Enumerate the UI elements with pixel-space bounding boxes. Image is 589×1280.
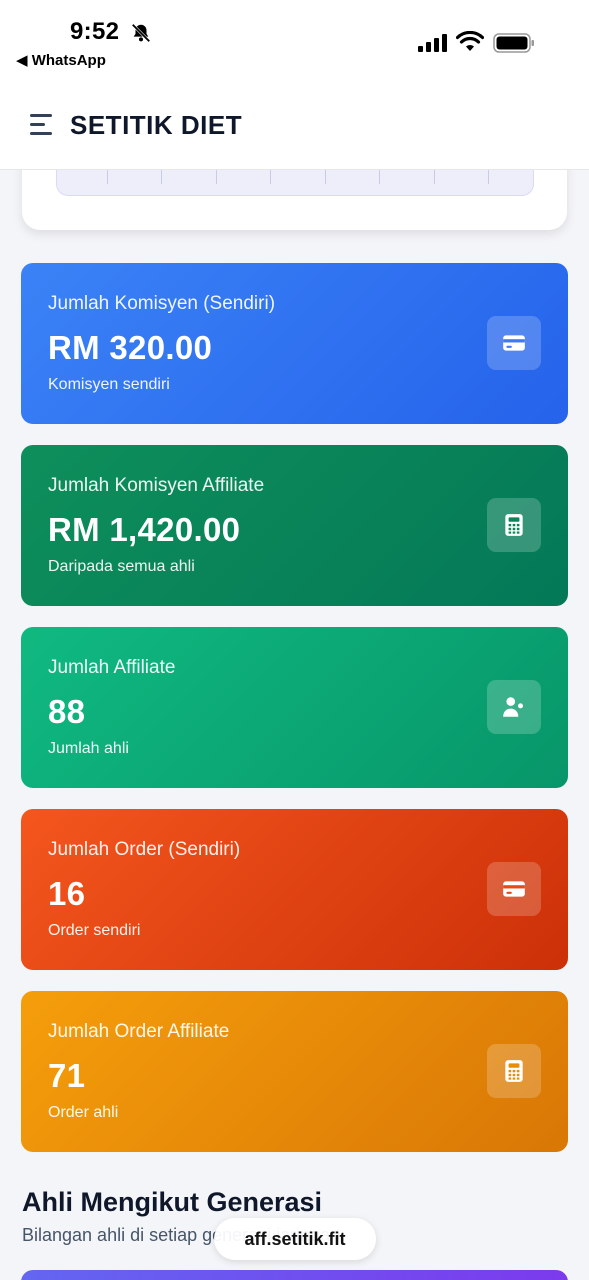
calculator-icon (487, 498, 541, 552)
battery-icon (493, 33, 534, 53)
stat-caption: Jumlah ahli (48, 740, 129, 757)
generation-card (21, 1270, 568, 1280)
browser-url-pill[interactable]: aff.setitik.fit (214, 1218, 376, 1260)
chart-grid-tick (161, 170, 162, 184)
chart-grid-tick (488, 170, 489, 184)
cellular-signal-icon (418, 34, 447, 52)
app-title: SETITIK DIET (70, 110, 243, 140)
chart-grid-tick (107, 170, 108, 184)
chart-grid-tick (379, 170, 380, 184)
stat-label: Jumlah Order Affiliate (48, 1021, 230, 1042)
app-header: SETITIK DIET (0, 78, 589, 170)
chart-grid-tick (325, 170, 326, 184)
users-icon (487, 680, 541, 734)
stat-card-order-sendiri: Jumlah Order (Sendiri) 16 Order sendiri (21, 809, 568, 970)
chart-grid-tick (270, 170, 271, 184)
calculator-icon (487, 1044, 541, 1098)
stat-caption: Order ahli (48, 1104, 119, 1121)
stat-card-komisyen-affiliate: Jumlah Komisyen Affiliate RM 1,420.00 Da… (21, 445, 568, 606)
status-bar: 9:52 ◀ WhatsApp (0, 0, 589, 78)
chart-grid-tick (216, 170, 217, 184)
bell-muted-icon (131, 23, 151, 43)
status-time: 9:52 (70, 18, 120, 45)
back-to-whatsapp-link[interactable]: ◀ WhatsApp (16, 51, 106, 69)
wifi-icon (456, 31, 484, 51)
stat-card-jumlah-affiliate: Jumlah Affiliate 88 Jumlah ahli (21, 627, 568, 788)
stat-value: RM 320.00 (48, 329, 213, 366)
stat-caption: Komisyen sendiri (48, 376, 170, 393)
stat-label: Jumlah Komisyen Affiliate (48, 475, 265, 496)
stat-value: 16 (48, 875, 86, 912)
credit-card-icon (487, 316, 541, 370)
stat-caption: Order sendiri (48, 922, 141, 939)
chart-grid-tick (434, 170, 435, 184)
stat-value: RM 1,420.00 (48, 511, 241, 548)
stat-card-komisyen-sendiri: Jumlah Komisyen (Sendiri) RM 320.00 Komi… (21, 263, 568, 424)
stat-value: 71 (48, 1057, 86, 1094)
stat-caption: Daripada semua ahli (48, 558, 195, 575)
stat-label: Jumlah Komisyen (Sendiri) (48, 293, 276, 314)
section-title: Ahli Mengikut Generasi (22, 1187, 323, 1217)
stat-label: Jumlah Affiliate (48, 657, 176, 678)
stat-card-order-affiliate: Jumlah Order Affiliate 71 Order ahli (21, 991, 568, 1152)
stat-label: Jumlah Order (Sendiri) (48, 839, 241, 860)
hamburger-menu-icon[interactable] (30, 114, 56, 136)
stat-value: 88 (48, 693, 86, 730)
chart-plot-area (56, 170, 534, 196)
credit-card-icon (487, 862, 541, 916)
